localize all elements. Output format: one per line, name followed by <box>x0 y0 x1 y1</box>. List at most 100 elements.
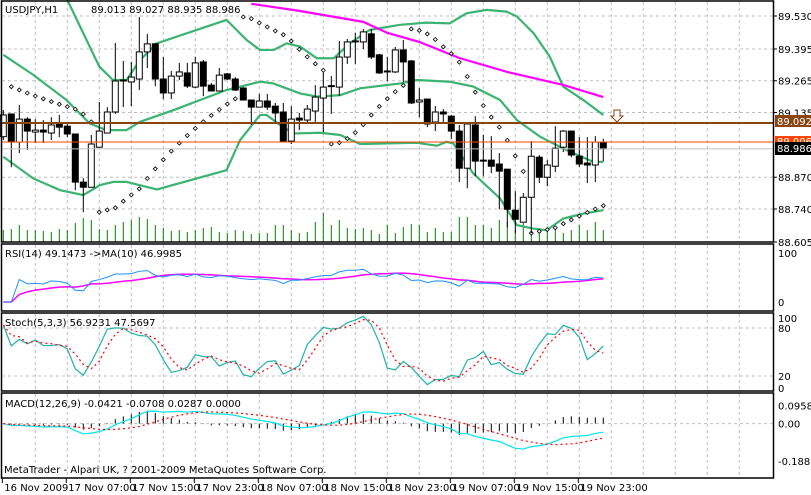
parabolic-sar-dot <box>224 101 230 107</box>
parabolic-sar-dot <box>128 192 134 198</box>
parabolic-sar-dot <box>424 31 430 37</box>
time-tick-label: 19 Nov 23:00 <box>580 483 647 494</box>
copyright-text: MetaTrader - Alpari UK, ? 2001-2009 Meta… <box>4 465 326 476</box>
candle-body <box>327 85 335 88</box>
candle-body <box>239 87 247 101</box>
parabolic-sar-dot <box>368 112 374 118</box>
time-tick-label: 19 Nov 07:00 <box>452 483 519 494</box>
parabolic-sar-dot <box>272 28 278 34</box>
candle-body <box>127 76 135 83</box>
candle-body <box>215 74 223 92</box>
parabolic-sar-dot <box>48 99 54 105</box>
parabolic-sar-dot <box>208 112 214 118</box>
parabolic-sar-dot <box>568 217 574 223</box>
down-arrow-icon <box>609 109 625 123</box>
time-tick-label: 18 Nov 23:00 <box>388 483 455 494</box>
parabolic-sar-dot <box>312 61 318 67</box>
candle-body <box>263 100 271 108</box>
parabolic-sar-dot <box>416 27 422 34</box>
price-tick-label: 88.740 <box>778 205 811 216</box>
parabolic-sar-dot <box>520 168 526 174</box>
parabolic-sar-dot <box>376 103 382 110</box>
parabolic-sar-dot <box>168 148 174 154</box>
candle-body <box>559 130 567 148</box>
candle-body <box>95 130 103 148</box>
rsi-line <box>3 268 604 303</box>
parabolic-sar-dot <box>8 84 14 90</box>
main-panel[interactable] <box>0 0 775 243</box>
parabolic-sar-dot <box>56 101 62 107</box>
time-tick-label: 17 Nov 07:00 <box>68 483 135 494</box>
candle-body <box>295 117 303 121</box>
parabolic-sar-dot <box>464 73 470 80</box>
parabolic-sar-dot <box>408 26 414 32</box>
candle-body <box>367 33 375 58</box>
candle-body <box>567 130 575 156</box>
parabolic-sar-dot <box>288 38 294 44</box>
price-tick-label: 88.605 <box>778 238 811 249</box>
candle-body <box>31 129 39 133</box>
parabolic-sar-dot <box>328 141 334 147</box>
parabolic-sar-dot <box>232 96 238 102</box>
metatrader-chart[interactable]: 89.53089.39589.26589.13588.87088.74088.6… <box>0 0 811 495</box>
candle-body <box>359 31 367 43</box>
candle-body <box>7 113 15 143</box>
candle-body <box>143 43 151 53</box>
candle-body <box>199 61 207 87</box>
candle-body <box>455 130 463 169</box>
parabolic-sar-dot <box>160 157 166 163</box>
stochastic-tick-label: 0 <box>778 384 784 395</box>
candle-body <box>431 111 439 123</box>
candle-body <box>471 124 479 162</box>
parabolic-sar-dot <box>440 44 446 50</box>
parabolic-sar-dot <box>96 209 102 215</box>
candle-body <box>551 147 559 167</box>
candle-body <box>487 159 495 167</box>
candle-body <box>231 78 239 91</box>
time-tick-label: 17 Nov 15:00 <box>132 483 199 494</box>
time-tick-label: 16 Nov 2009 <box>4 483 68 494</box>
macd-signal-line <box>3 411 604 446</box>
time-tick-label: 18 Nov 07:00 <box>260 483 327 494</box>
candle-body <box>407 60 415 104</box>
candle-body <box>599 141 607 150</box>
candle-body <box>207 84 215 92</box>
candle-body <box>119 79 127 82</box>
candle-body <box>319 86 327 99</box>
parabolic-sar-dot <box>40 96 46 102</box>
candle-body <box>535 156 543 178</box>
candle-body <box>167 75 175 94</box>
candle-body <box>151 43 159 80</box>
parabolic-sar-dot <box>488 114 494 120</box>
candle-body <box>495 163 503 172</box>
macd-tick-label: -0.1882 <box>778 457 811 468</box>
macd-tick-label: 0.00 <box>778 420 800 431</box>
candle-body <box>159 78 167 94</box>
parabolic-sar-dot <box>384 96 390 102</box>
candle-body <box>39 129 47 133</box>
candle-body <box>415 99 423 103</box>
stochastic-tick-label: 20 <box>778 372 791 383</box>
price-tick-label: 89.265 <box>778 77 811 88</box>
bid-price-label: 88.986 <box>775 142 811 155</box>
parabolic-sar-dot <box>304 54 310 60</box>
parabolic-sar-dot <box>184 132 190 139</box>
candle-body <box>351 40 359 43</box>
parabolic-sar-dot <box>120 198 126 204</box>
macd-tick-label: 0.0958 <box>778 402 811 413</box>
price-tick-label: 89.395 <box>778 45 811 56</box>
candle-body <box>383 70 391 73</box>
parabolic-sar-dot <box>392 89 398 95</box>
candle-body <box>375 54 383 74</box>
candle-body <box>591 141 599 166</box>
symbol-title: USDJPY,H1 <box>5 5 58 16</box>
candle-body <box>111 80 119 113</box>
parabolic-sar-dot <box>32 93 38 99</box>
candle-body <box>63 125 71 135</box>
rsi-tick-label: 100 <box>778 249 797 260</box>
parabolic-sar-dot <box>136 186 142 192</box>
candle-body <box>423 98 431 125</box>
candle-body <box>439 111 447 115</box>
price-tick-label: 88.870 <box>778 173 811 184</box>
candle-body <box>519 196 527 223</box>
